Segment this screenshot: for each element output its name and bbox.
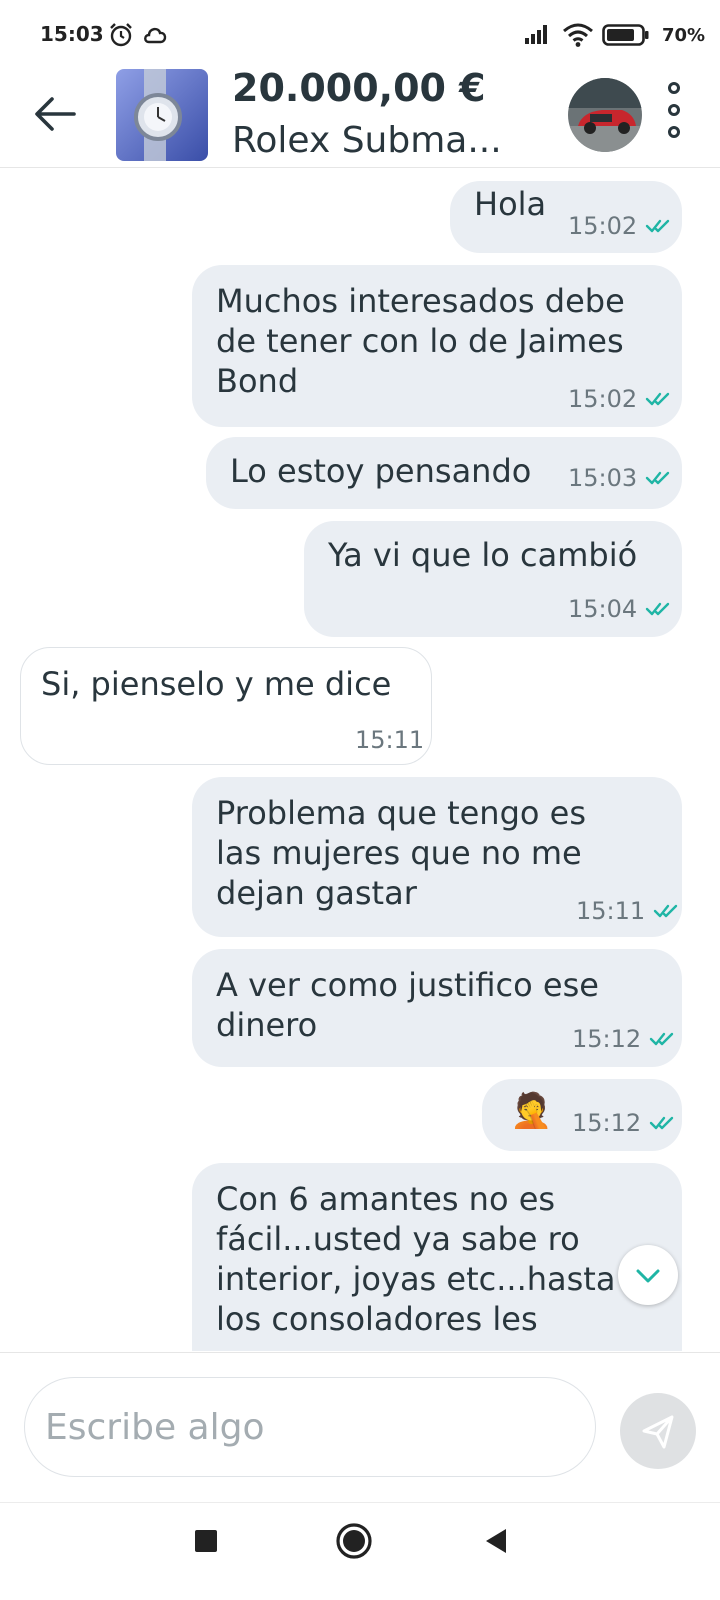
message-time: 15:11 bbox=[355, 726, 425, 754]
battery-icon bbox=[602, 24, 649, 46]
system-navigation-bar bbox=[0, 1502, 720, 1600]
double-check-icon bbox=[645, 602, 670, 616]
outgoing-message-bubble[interactable]: Lo estoy pensando 15:03 bbox=[206, 437, 682, 509]
message-meta: 15:03 bbox=[568, 458, 671, 498]
wifi-icon bbox=[563, 23, 593, 47]
double-check-icon bbox=[653, 904, 678, 918]
product-price: 20.000,00 € bbox=[232, 66, 486, 110]
notification-icon bbox=[144, 27, 167, 44]
home-icon[interactable] bbox=[334, 1521, 374, 1561]
message-meta: 15:11 bbox=[355, 720, 424, 760]
incoming-message-bubble[interactable]: Si, pienselo y me dice 15:11 bbox=[20, 647, 432, 765]
message-time: 15:11 bbox=[576, 897, 646, 925]
message-meta: 15:12 bbox=[572, 1019, 675, 1059]
message-text: Lo estoy pensando bbox=[230, 452, 532, 490]
message-meta: 15:12 bbox=[572, 1103, 675, 1143]
chat-messages[interactable]: Hola 15:02 Muchos interesados debe de tener… bbox=[0, 169, 720, 1351]
outgoing-message-bubble[interactable]: Problema que tengo es las mujeres que no … bbox=[192, 777, 682, 937]
message-meta: 15:04 bbox=[568, 589, 671, 629]
back-nav-icon[interactable] bbox=[480, 1525, 512, 1557]
outgoing-message-bubble[interactable]: Hola 15:02 bbox=[450, 181, 682, 253]
message-text: de tener con lo de Jaimes bbox=[216, 322, 624, 360]
chat-header: 20.000,00 € Rolex Subma... bbox=[0, 64, 720, 168]
double-check-icon bbox=[645, 392, 670, 406]
message-text: fácil...usted ya sabe ro bbox=[216, 1220, 580, 1258]
message-text: dejan gastar bbox=[216, 874, 417, 912]
message-text: Ya vi que lo cambió bbox=[328, 536, 638, 574]
product-thumbnail[interactable] bbox=[116, 69, 208, 161]
scroll-down-button[interactable] bbox=[618, 1245, 678, 1305]
outgoing-message-bubble[interactable]: Con 6 amantes no es fácil...usted ya sabe… bbox=[192, 1163, 682, 1351]
message-text: Bond bbox=[216, 362, 299, 400]
double-check-icon bbox=[645, 471, 670, 485]
outgoing-message-bubble[interactable]: Ya vi que lo cambió 15:04 bbox=[304, 521, 682, 637]
message-composer bbox=[0, 1352, 720, 1502]
message-text: dinero bbox=[216, 1006, 318, 1044]
message-time: 15:12 bbox=[572, 1025, 642, 1053]
message-text: interior, joyas etc...hasta bbox=[216, 1260, 616, 1298]
more-options-icon[interactable] bbox=[660, 80, 688, 144]
message-text: las mujeres que no me bbox=[216, 834, 582, 872]
outgoing-message-bubble[interactable]: Muchos interesados debe de tener con lo d… bbox=[192, 265, 682, 427]
chevron-down-icon bbox=[636, 1269, 660, 1283]
seller-avatar[interactable] bbox=[568, 78, 642, 152]
message-text: Si, pienselo y me dice bbox=[41, 665, 392, 703]
message-text: Muchos interesados debe bbox=[216, 282, 625, 320]
message-text: Problema que tengo es bbox=[216, 794, 586, 832]
message-time: 15:12 bbox=[572, 1109, 642, 1137]
signal-icon bbox=[525, 25, 547, 44]
double-check-icon bbox=[649, 1032, 674, 1046]
car-image bbox=[568, 78, 642, 152]
status-time: 15:03 bbox=[40, 22, 104, 46]
double-check-icon bbox=[649, 1116, 674, 1130]
back-arrow-icon[interactable] bbox=[30, 88, 82, 140]
alarm-icon bbox=[110, 23, 132, 47]
message-text: A ver como justifico ese bbox=[216, 966, 599, 1004]
message-time: 15:04 bbox=[568, 595, 638, 623]
send-button[interactable] bbox=[620, 1393, 696, 1469]
message-time: 15:02 bbox=[568, 212, 638, 240]
outgoing-message-bubble[interactable]: 🤦 15:12 bbox=[482, 1079, 682, 1151]
message-text: Con 6 amantes no es bbox=[216, 1180, 556, 1218]
status-bar: 15:03 70% bbox=[0, 0, 720, 64]
watch-image bbox=[116, 69, 208, 161]
battery-percentage: 70% bbox=[662, 25, 706, 46]
message-time: 15:03 bbox=[568, 464, 638, 492]
product-title[interactable]: Rolex Subma... bbox=[232, 120, 502, 161]
message-input[interactable] bbox=[24, 1377, 596, 1477]
message-meta: 15:02 bbox=[568, 206, 671, 246]
message-time: 15:02 bbox=[568, 385, 638, 413]
message-text: los consoladores les bbox=[216, 1300, 538, 1338]
facepalm-emoji: 🤦 bbox=[510, 1091, 553, 1131]
message-meta: 15:02 bbox=[568, 379, 671, 419]
double-check-icon bbox=[645, 219, 670, 233]
message-text: Hola bbox=[474, 185, 547, 223]
message-meta: 15:11 bbox=[576, 891, 679, 931]
outgoing-message-bubble[interactable]: A ver como justifico ese dinero 15:12 bbox=[192, 949, 682, 1067]
recent-apps-icon[interactable] bbox=[190, 1525, 222, 1557]
send-icon bbox=[642, 1415, 674, 1449]
